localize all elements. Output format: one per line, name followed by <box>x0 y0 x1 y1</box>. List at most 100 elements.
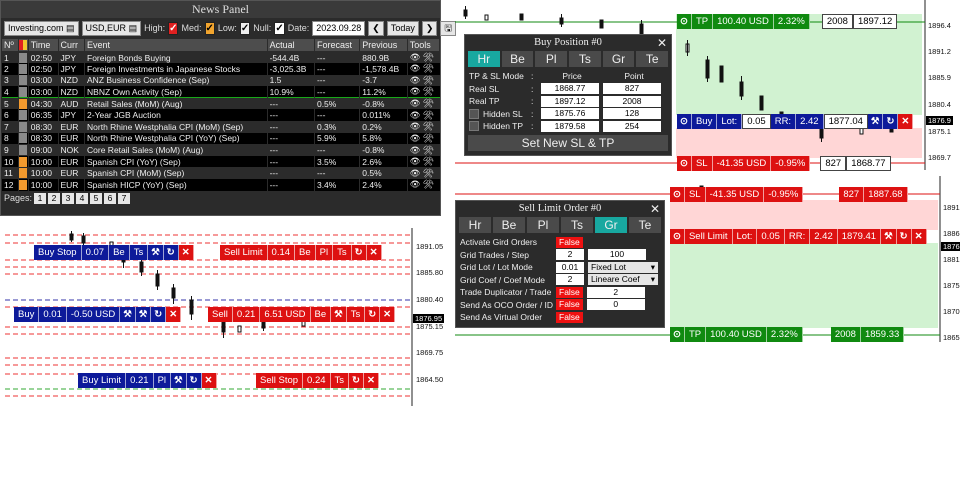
sl-drag-icon[interactable]: ⊙ <box>670 187 685 202</box>
tools-icon[interactable]: ⚒ <box>423 145 434 155</box>
news-table-row[interactable]: 12 10:00 EUR Spanish HICP (YoY) (Sep) --- 3.4… <box>1 179 440 191</box>
tools-icon[interactable]: ⚒ <box>423 133 434 143</box>
eye-icon[interactable]: 👁 <box>410 75 421 85</box>
sl-points[interactable]: 827 <box>820 156 847 171</box>
refresh-icon[interactable]: ↻ <box>896 229 912 244</box>
tools-icon[interactable]: ⚒ <box>331 307 347 322</box>
bottom-lot-value[interactable]: 0.05 <box>757 229 785 244</box>
tab-te[interactable]: Te <box>629 217 661 233</box>
close-icon[interactable]: ✕ <box>898 114 914 129</box>
grid-step-input[interactable]: 100 <box>588 249 646 261</box>
page-button[interactable]: 1 <box>34 192 47 204</box>
tab-gr[interactable]: Gr <box>602 51 635 67</box>
tools-icon[interactable]: ⚒ <box>171 373 187 388</box>
med-filter-checkbox[interactable]: ✓ <box>204 21 215 35</box>
hidden-sl-price-input[interactable]: 1875.76 <box>541 108 599 120</box>
today-button[interactable]: Today <box>386 20 419 36</box>
low-filter-checkbox[interactable]: ✓ <box>239 21 251 35</box>
buy-label[interactable]: Buy <box>14 307 40 322</box>
bottom-sell-limit-bar[interactable]: ⊙ Sell Limit Lot: 0.05 RR: 2.42 1879.41 … <box>670 229 938 244</box>
bottom-sl-price[interactable]: 1887.68 <box>864 187 908 202</box>
sell-limit-be-button[interactable]: Be <box>295 245 316 260</box>
tab-hr[interactable]: Hr <box>468 51 500 67</box>
tools-icon[interactable]: ⚒ <box>148 245 164 260</box>
sell-limit-order-bar[interactable]: Sell Limit 0.14 Be Pl Ts ↻ ✕ <box>220 245 382 260</box>
hidden-tp-price-input[interactable]: 1879.58 <box>541 120 599 132</box>
tab-pl[interactable]: Pl <box>535 51 568 67</box>
refresh-icon[interactable]: ↻ <box>186 373 202 388</box>
activate-grid-toggle[interactable]: False <box>556 236 583 248</box>
close-icon[interactable]: ✕ <box>911 229 927 244</box>
eye-icon[interactable]: 👁 <box>410 156 421 166</box>
hidden-tp-checkbox[interactable] <box>469 121 479 132</box>
date-input[interactable]: 2023.09.28 <box>312 20 366 36</box>
tools-icon[interactable]: ⚒ <box>423 179 434 189</box>
eye-icon[interactable]: 👁 <box>410 86 421 96</box>
bottom-sl-bar[interactable]: ⊙ SL -41.35 USD -0.95% 827 1887.68 <box>670 187 938 202</box>
tab-gr[interactable]: Gr <box>595 217 627 233</box>
news-table-row[interactable]: 3 03:00 NZD ANZ Business Confidence (Sep) 1.… <box>1 74 440 87</box>
trade-duplicator-toggle[interactable]: False <box>556 286 583 298</box>
bottom-tp-price[interactable]: 1859.33 <box>860 327 905 342</box>
tab-ts[interactable]: Ts <box>569 51 601 67</box>
tools-icon[interactable]: ⚒ <box>423 75 434 85</box>
sell-position-bar[interactable]: Sell 0.21 6.51 USD Be ⚒ Ts ↻ ✕ <box>208 307 396 322</box>
close-icon[interactable]: ✕ <box>166 307 182 322</box>
null-filter-checkbox[interactable]: ✓ <box>274 21 285 35</box>
buy-price-input[interactable]: 1877.04 <box>823 114 868 129</box>
virtual-order-toggle[interactable]: False <box>556 311 583 323</box>
tools-icon[interactable]: ⚒ <box>423 168 434 178</box>
sell-be-button[interactable]: Be <box>310 307 332 322</box>
grid-trades-input[interactable]: 2 <box>556 249 584 261</box>
buy-limit-label[interactable]: Buy Limit <box>78 373 127 388</box>
refresh-icon[interactable]: ↻ <box>883 114 899 129</box>
high-filter-checkbox[interactable]: ✓ <box>168 21 179 35</box>
grid-lot-input[interactable]: 0.01 <box>556 261 584 273</box>
tab-hr[interactable]: Hr <box>459 217 491 233</box>
bottom-sl-points[interactable]: 827 <box>839 187 865 202</box>
sell-label[interactable]: Sell <box>208 307 233 322</box>
tp-points[interactable]: 2008 <box>821 14 853 29</box>
tools-icon[interactable]: ⚒ <box>423 110 434 120</box>
real-sl-point-input[interactable]: 827 <box>603 83 661 95</box>
tab-pl[interactable]: Pl <box>527 217 559 233</box>
news-table-row[interactable]: 2 02:50 JPY Foreign Investments in Japanese… <box>1 63 440 75</box>
tools-icon[interactable]: ⚒ <box>423 121 434 131</box>
refresh-icon[interactable]: ↻ <box>151 307 167 322</box>
set-sl-tp-button[interactable]: Set New SL & TP <box>468 134 668 151</box>
sell-limit-drag-icon[interactable]: ⊙ <box>670 229 685 244</box>
eye-icon[interactable]: 👁 <box>410 179 421 189</box>
save-icon[interactable]: 🖫 <box>440 20 457 36</box>
buy-stop-be-button[interactable]: Be <box>109 245 130 260</box>
tools-icon[interactable]: ⚒ <box>881 229 897 244</box>
oco-id-input[interactable]: 0 <box>586 299 645 311</box>
eye-icon[interactable]: 👁 <box>410 63 421 73</box>
tp-drag-icon[interactable]: ⊙ <box>670 327 685 342</box>
trade-duplicator-input[interactable]: 2 <box>586 286 645 298</box>
page-button[interactable]: 3 <box>62 192 75 204</box>
bottom-price-value[interactable]: 1879.41 <box>837 229 882 244</box>
close-icon[interactable]: ✕ <box>178 245 194 260</box>
page-button[interactable]: 7 <box>118 192 131 204</box>
sl-price[interactable]: 1868.77 <box>846 156 891 171</box>
eye-icon[interactable]: 👁 <box>410 52 421 62</box>
real-tp-point-input[interactable]: 2008 <box>603 95 661 107</box>
buy-stop-order-bar[interactable]: Buy Stop 0.07 Be Ts ⚒ ↻ ✕ <box>34 245 194 260</box>
sell-limit-pl-button[interactable]: Pl <box>315 245 334 260</box>
news-source-select[interactable]: Investing.com ▤ <box>4 20 79 36</box>
tab-be[interactable]: Be <box>501 51 534 67</box>
real-sl-price-input[interactable]: 1868.77 <box>541 83 599 95</box>
buy-drag-icon[interactable]: ⊙ <box>677 114 692 129</box>
refresh-icon[interactable]: ↻ <box>365 307 381 322</box>
tools-icon[interactable]: ⚒ <box>423 52 434 62</box>
news-table-row[interactable]: 1 02:50 JPY Foreign Bonds Buying -544.4B --- 8… <box>1 51 440 64</box>
tab-be[interactable]: Be <box>493 217 525 233</box>
close-icon[interactable]: ✕ <box>650 201 660 217</box>
news-table-row[interactable]: 9 09:00 NOK Core Retail Sales (MoM) (Aug) --… <box>1 144 440 156</box>
news-table-row[interactable]: 10 10:00 EUR Spanish CPI (YoY) (Sep) --- 3.5%… <box>1 155 440 168</box>
sl-drag-icon[interactable]: ⊙ <box>677 156 692 171</box>
sell-stop-order-bar[interactable]: Sell Stop 0.24 Ts ↻ ✕ <box>256 373 379 388</box>
news-table-row[interactable]: 11 10:00 EUR Spanish CPI (MoM) (Sep) --- --- 0… <box>1 167 440 180</box>
buy-dialog-titlebar[interactable]: Buy Position #0 ✕ <box>465 35 671 51</box>
eye-icon[interactable]: 👁 <box>410 168 421 178</box>
